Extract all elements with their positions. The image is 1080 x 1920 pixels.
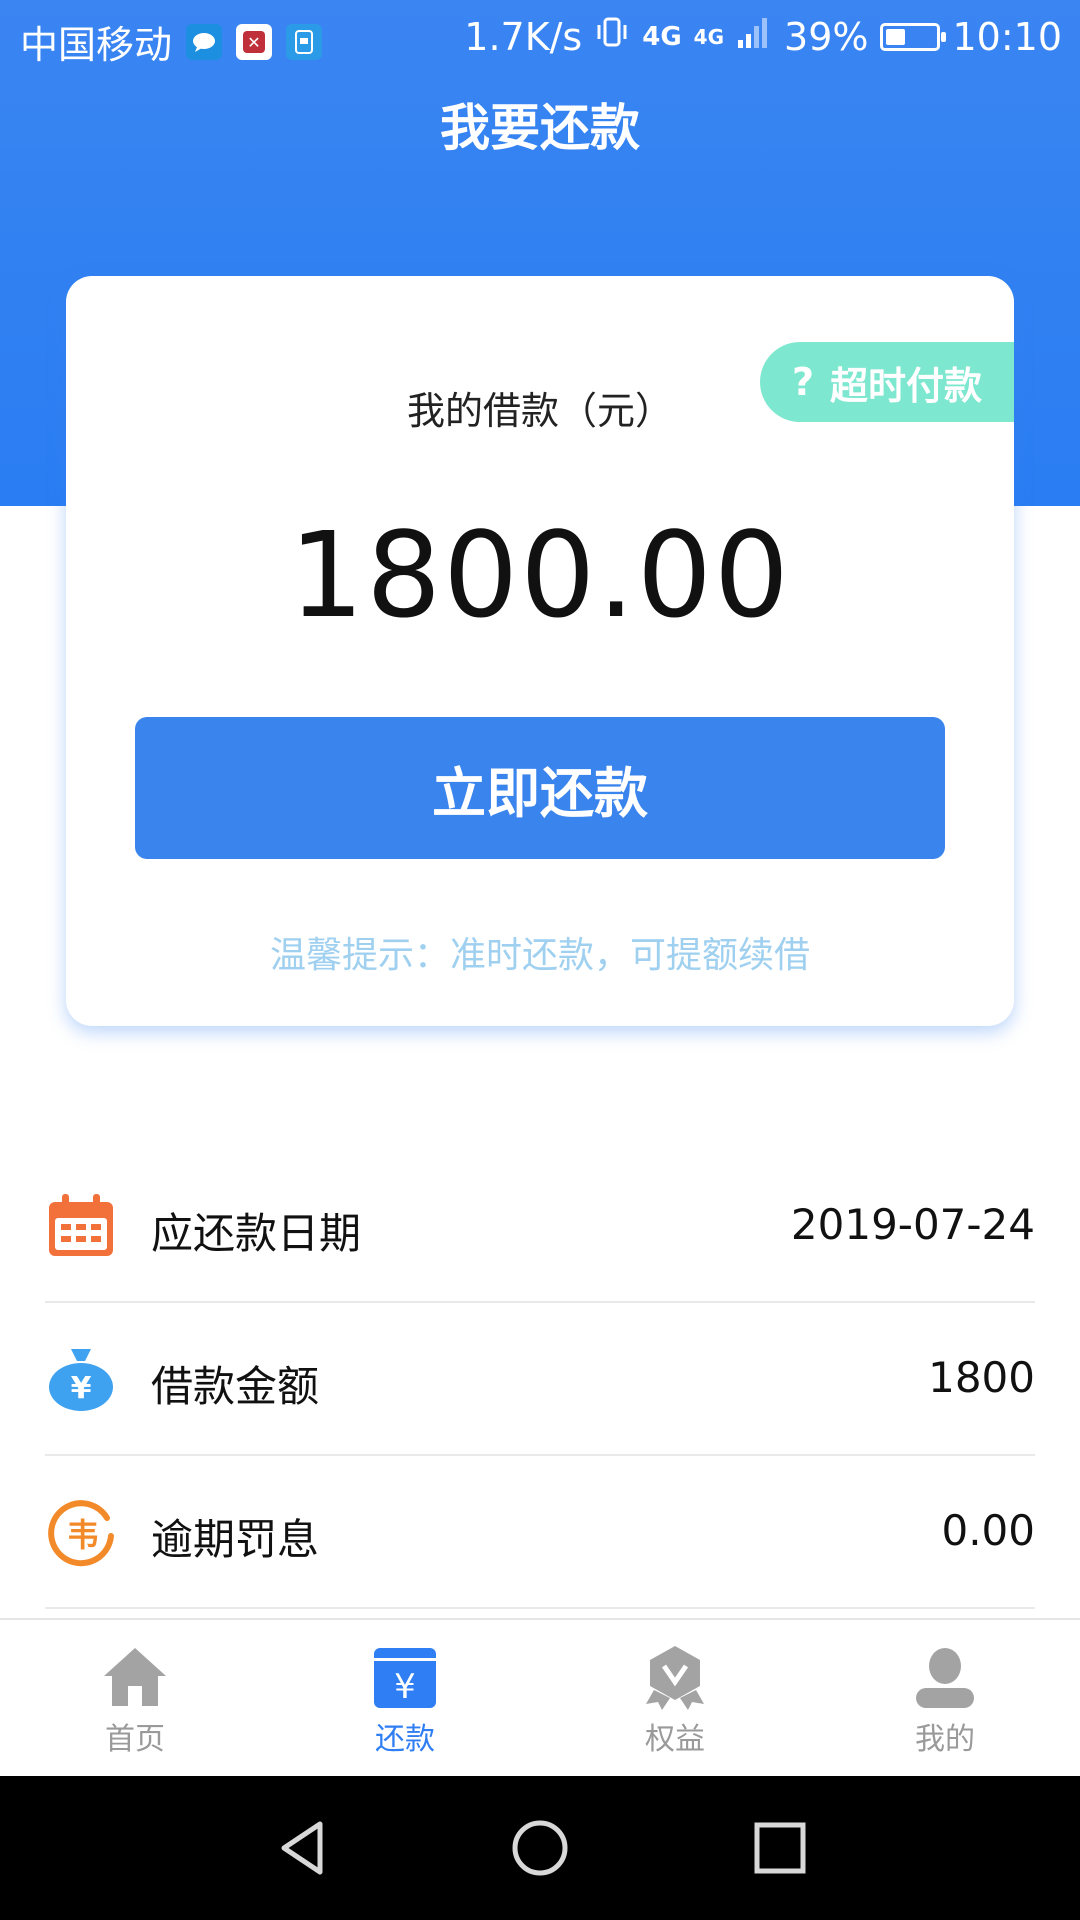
- loan-amount: 1800.00: [289, 506, 791, 644]
- tab-home-label: 首页: [105, 1722, 165, 1757]
- page-title: 我要还款: [440, 99, 640, 157]
- svg-text:¥: ¥: [71, 1371, 92, 1406]
- penalty-icon: 韦: [48, 1500, 114, 1567]
- status-left: 中国移动 ✕: [20, 14, 323, 69]
- signal-icon: [736, 14, 772, 59]
- app-notification-icon: ✕: [236, 23, 273, 60]
- recents-icon[interactable]: [750, 1818, 810, 1878]
- rights-badge-icon: [646, 1646, 704, 1710]
- svg-text:韦: 韦: [67, 1516, 99, 1554]
- status-bar: 中国移动 ✕ 1.7K/s 4G 4G 39% 10:10: [0, 0, 1080, 76]
- penalty-value: 0.00: [941, 1506, 1035, 1555]
- svg-text:¥: ¥: [394, 1667, 416, 1707]
- network-type-1: 4G: [642, 21, 682, 52]
- penalty-row: 韦 逾期罚息 0.00: [45, 1456, 1035, 1609]
- tab-rights-label: 权益: [645, 1722, 705, 1757]
- system-navigation-bar: [0, 1776, 1080, 1920]
- back-icon[interactable]: [272, 1818, 332, 1878]
- tab-rights[interactable]: 权益: [540, 1620, 810, 1776]
- home-circle-icon[interactable]: [510, 1818, 570, 1878]
- bottom-tab-bar: 首页 ¥ 还款 权益 我的: [0, 1618, 1080, 1776]
- loan-amount-label: 借款金额: [151, 1362, 320, 1411]
- repay-icon: ¥: [374, 1648, 436, 1708]
- svg-text:✕: ✕: [247, 33, 260, 52]
- home-icon: [104, 1648, 166, 1706]
- battery-icon: [880, 22, 947, 51]
- sim-app-icon: [286, 23, 323, 60]
- tab-mine-label: 我的: [915, 1722, 975, 1757]
- due-date-row: 应还款日期 2019-07-24: [45, 1150, 1035, 1303]
- tab-home[interactable]: 首页: [0, 1620, 270, 1776]
- loan-amount-value: 1800: [928, 1353, 1035, 1402]
- network-speed: 1.7K/s: [464, 14, 583, 59]
- loan-amount-row: ¥ 借款金额 1800: [45, 1303, 1035, 1456]
- reminder-tip: 温馨提示：准时还款，可提额续借: [269, 935, 810, 976]
- network-type-2: 4G: [693, 24, 725, 49]
- loan-label: 我的借款（元）: [406, 389, 673, 433]
- due-date-value: 2019-07-24: [790, 1200, 1035, 1249]
- repay-now-button[interactable]: 立即还款: [135, 717, 945, 859]
- tab-repay[interactable]: ¥ 还款: [270, 1620, 540, 1776]
- money-bag-icon: ¥: [49, 1349, 113, 1411]
- loan-info-list: 应还款日期 2019-07-24 ¥ 借款金额 1800 韦 逾期罚息 0.00: [45, 1150, 1035, 1609]
- due-date-label: 应还款日期: [151, 1209, 362, 1258]
- carrier-label: 中国移动: [20, 23, 173, 67]
- penalty-label: 逾期罚息: [151, 1515, 320, 1564]
- message-app-icon: [186, 23, 223, 60]
- tab-mine[interactable]: 我的: [810, 1620, 1080, 1776]
- tab-repay-label: 还款: [375, 1722, 435, 1757]
- status-right: 1.7K/s 4G 4G 39% 10:10: [464, 14, 1062, 59]
- vibrate-icon: [594, 14, 630, 59]
- loan-card: ? 超时付款 我的借款（元） 1800.00 立即还款 温馨提示：准时还款，可提…: [66, 276, 1014, 1026]
- clock: 10:10: [952, 14, 1062, 59]
- calendar-icon: [49, 1194, 113, 1256]
- profile-icon: [916, 1648, 974, 1708]
- battery-fill: [886, 28, 906, 45]
- battery-percent: 39%: [784, 14, 869, 59]
